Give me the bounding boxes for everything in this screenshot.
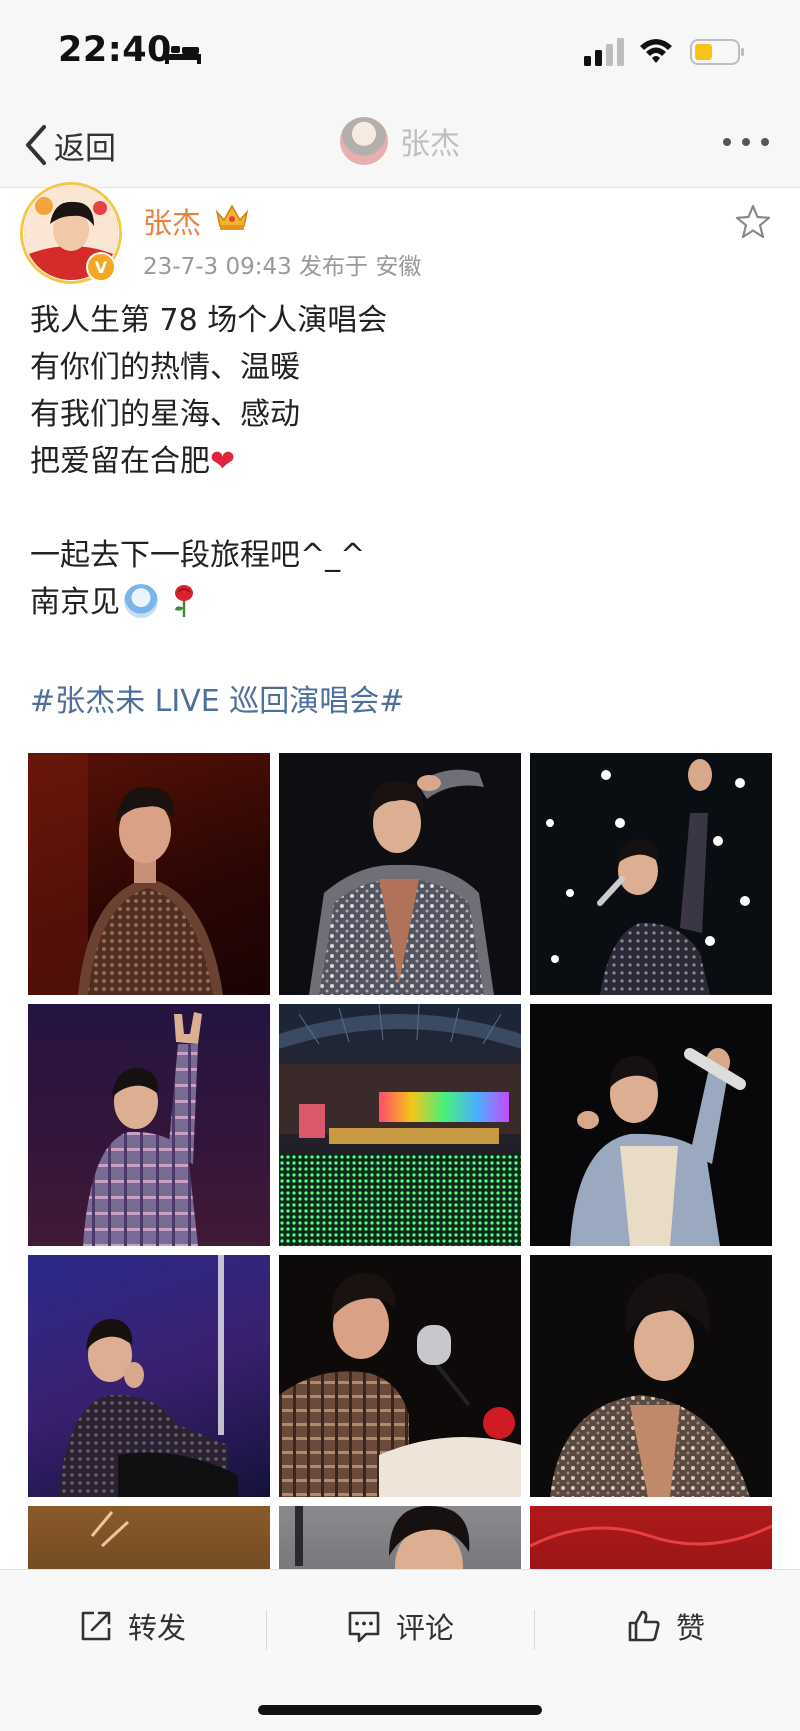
divider (534, 1610, 535, 1650)
photo-mic-raised[interactable] (530, 1004, 772, 1246)
post-text: 我人生第 78 场个人演唱会 有你们的热情、温暖 有我们的星海、感动 把爱留在合… (30, 297, 770, 626)
photo-sequin-smile[interactable] (530, 1255, 772, 1497)
thumbs-up-icon (628, 1610, 660, 1642)
signal-icon (584, 38, 624, 66)
photo-image (279, 1004, 521, 1246)
like-label: 赞 (676, 1611, 706, 1645)
photo-knit-top[interactable] (28, 753, 270, 995)
photo-image (90, 1511, 130, 1548)
post-line-with-emoji: 南京见 (30, 579, 770, 626)
comment-label: 评论 (396, 1611, 455, 1645)
nav-title-group: 张杰 (340, 117, 460, 165)
crown-badge-icon (215, 204, 249, 230)
post-line: 南京见 (30, 585, 120, 620)
photo-stadium-crowd[interactable] (279, 1004, 521, 1246)
photo-partial-1[interactable] (28, 1506, 270, 1569)
photo-singing-lights[interactable] (530, 753, 772, 995)
nav-bar: 返回 张杰 (0, 105, 800, 188)
share-icon (81, 1611, 111, 1641)
photo-image (309, 769, 494, 995)
comment-icon (348, 1611, 380, 1643)
like-button[interactable]: 赞 (626, 1600, 705, 1652)
photo-image (28, 753, 223, 995)
post-meta: 23-7-3 09:43 发布于 安徽 (143, 254, 422, 280)
image-grid (28, 753, 772, 1569)
photo-seated-purple[interactable] (28, 1255, 270, 1497)
photo-sequin-jacket-salute[interactable] (279, 753, 521, 995)
photo-image (295, 1506, 470, 1569)
back-label: 返回 (54, 130, 116, 167)
post-line: 一起去下一段旅程吧^_^ (30, 538, 366, 573)
heart-emoji: ❤ (210, 444, 236, 479)
comment-button[interactable]: 评论 (346, 1600, 454, 1652)
hashtag-link[interactable]: #张杰未 LIVE 巡回演唱会# (30, 676, 404, 720)
photo-partial-2[interactable] (279, 1506, 521, 1569)
author-name[interactable]: 张杰 (143, 200, 201, 242)
photo-image (279, 1273, 521, 1497)
planet-emoji-icon (124, 584, 158, 618)
nav-title: 张杰 (400, 127, 460, 162)
divider (266, 1610, 267, 1650)
nav-avatar (340, 117, 388, 165)
more-icon[interactable] (720, 135, 772, 149)
verified-badge: V (86, 252, 116, 282)
photo-partial-3[interactable] (530, 1506, 772, 1569)
back-button[interactable]: 返回 (22, 120, 116, 170)
photo-image (28, 1004, 270, 1246)
photo-image (570, 1048, 746, 1246)
bed-icon (165, 42, 201, 64)
post-line-with-heart: 把爱留在合肥❤ (30, 438, 770, 485)
home-indicator[interactable] (258, 1705, 542, 1715)
photo-rock-hand[interactable] (28, 1004, 270, 1246)
post-line: 有你们的热情、温暖 (30, 350, 300, 385)
photo-image (530, 1524, 772, 1548)
photo-image (550, 1273, 750, 1497)
post-line: 有我们的星海、感动 (30, 397, 300, 432)
repost-label: 转发 (128, 1611, 187, 1645)
wifi-icon (640, 39, 672, 63)
battery-icon (690, 39, 744, 65)
status-time: 22:40 (58, 30, 172, 70)
status-bar: 22:40 (0, 0, 800, 105)
repost-button[interactable]: 转发 (78, 1600, 186, 1652)
rose-emoji-icon (175, 585, 193, 617)
photo-image (58, 1255, 238, 1497)
post-line: 我人生第 78 场个人演唱会 (30, 303, 388, 338)
photo-piano-mic[interactable] (279, 1255, 521, 1497)
chevron-left-icon (26, 125, 46, 165)
post-line: 把爱留在合肥 (30, 444, 210, 479)
photo-image (546, 759, 750, 995)
star-icon[interactable] (734, 203, 772, 241)
